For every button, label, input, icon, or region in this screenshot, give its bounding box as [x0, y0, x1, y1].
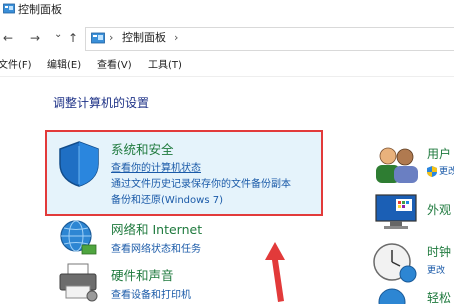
ease-of-access-icon[interactable] [372, 288, 412, 304]
address-bar: ← → ⌄ ↑ › 控制面板 › [0, 24, 454, 52]
category-appearance-title[interactable]: 外观 [427, 202, 451, 218]
category-system-security-title[interactable]: 系统和安全 [111, 142, 174, 158]
control-panel-icon [3, 3, 15, 14]
title-bar: 控制面板 [0, 0, 454, 22]
clock-icon[interactable] [372, 240, 422, 284]
link-change-clock[interactable]: 更改 [427, 265, 445, 277]
category-network-internet-title[interactable]: 网络和 Internet [111, 222, 202, 238]
recent-dropdown-button[interactable]: ⌄ [54, 28, 62, 42]
network-globe-icon[interactable] [56, 218, 100, 258]
uac-shield-icon [427, 166, 437, 177]
menu-bar: 文件(F) 编辑(E) 查看(V) 工具(T) [0, 56, 454, 77]
up-button[interactable]: ↑ [68, 31, 78, 45]
category-user-accounts-title[interactable]: 用户 [427, 146, 451, 162]
link-backup-restore[interactable]: 备份和还原(Windows 7) [111, 194, 223, 207]
link-file-history-backup[interactable]: 通过文件历史记录保存你的文件备份副本 [111, 178, 291, 191]
printer-icon[interactable] [56, 262, 102, 304]
shield-icon[interactable] [56, 140, 102, 188]
menu-edit[interactable]: 编辑(E) [47, 59, 81, 73]
menu-tools[interactable]: 工具(T) [148, 59, 182, 73]
address-separator[interactable]: › [174, 31, 178, 44]
menu-view[interactable]: 查看(V) [97, 59, 132, 73]
control-panel-icon [91, 32, 105, 44]
menu-file[interactable]: 文件(F) [0, 59, 32, 73]
annotation-arrow [265, 242, 285, 302]
user-accounts-icon[interactable] [372, 145, 422, 185]
forward-button[interactable]: → [30, 31, 40, 45]
breadcrumb-control-panel[interactable]: 控制面板 [122, 31, 166, 45]
appearance-monitor-icon[interactable] [372, 192, 422, 232]
address-separator: › [109, 31, 114, 44]
category-hardware-sound-title[interactable]: 硬件和声音 [111, 268, 174, 284]
link-change-account[interactable]: 更改 [439, 166, 454, 178]
link-view-computer-status[interactable]: 查看你的计算机状态 [111, 162, 201, 175]
category-clock-region-title[interactable]: 时钟 [427, 244, 451, 260]
back-button[interactable]: ← [3, 31, 13, 45]
address-box[interactable]: › 控制面板 › [85, 27, 454, 51]
page-heading: 调整计算机的设置 [53, 96, 150, 110]
window-title: 控制面板 [18, 3, 62, 16]
link-network-status[interactable]: 查看网络状态和任务 [111, 243, 201, 256]
link-devices-printers[interactable]: 查看设备和打印机 [111, 289, 191, 302]
